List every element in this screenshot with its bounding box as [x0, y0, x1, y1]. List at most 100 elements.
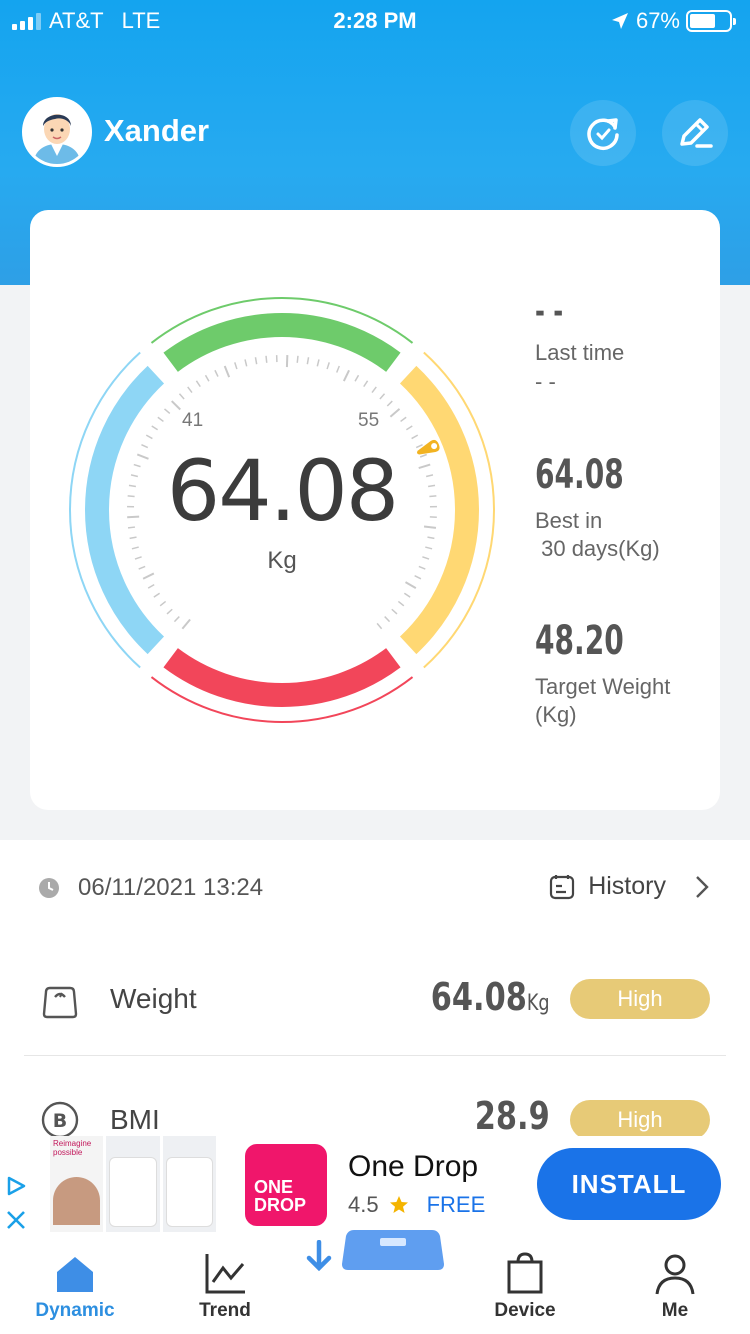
status-bar: AT&T LTE 2:28 PM 67%	[0, 0, 750, 40]
target-label: Target Weight (Kg)	[535, 674, 671, 727]
gauge-tick	[389, 408, 401, 418]
gauge-right-tick: 55	[358, 410, 380, 431]
gauge-tick	[166, 608, 173, 615]
edit-button[interactable]	[662, 100, 728, 166]
gauge-tick	[306, 357, 310, 365]
gauge-tick	[414, 574, 422, 580]
device-icon	[507, 1252, 543, 1294]
gauge-tick	[326, 362, 330, 370]
metric-number: 28.9	[474, 1094, 550, 1138]
pencil-icon	[680, 118, 713, 148]
tab-label: Me	[661, 1300, 689, 1321]
gauge-left-tick: 41	[182, 410, 204, 431]
gauge-tick	[181, 618, 191, 630]
ad-screenshot: Reimagine possible	[50, 1136, 104, 1232]
person-icon	[655, 1254, 695, 1295]
gauge-tick	[404, 581, 417, 590]
battery-icon	[686, 10, 736, 32]
gauge-tick	[397, 600, 405, 607]
gauge-tick	[214, 369, 219, 377]
metric-value: 28.9	[475, 1094, 550, 1138]
gauge-tick	[342, 369, 350, 382]
segment-green	[163, 313, 401, 372]
tab-me[interactable]: Me	[600, 1246, 750, 1322]
gauge-tick	[403, 592, 411, 598]
divider	[24, 1055, 726, 1056]
username[interactable]: Xander	[104, 113, 209, 149]
gauge-tick	[151, 425, 159, 431]
measurement-datetime: 06/11/2021 13:24	[78, 874, 264, 901]
weight-unit: Kg	[267, 547, 297, 574]
last-time-value: - -	[535, 292, 564, 332]
svg-text:B: B	[53, 1110, 67, 1132]
battery-percent: 67%	[635, 8, 680, 33]
arrow-down-icon	[307, 1239, 332, 1272]
gauge-tick	[147, 583, 155, 589]
status-badge: High	[570, 979, 710, 1019]
gauge-tick	[384, 616, 391, 623]
metric-row-weight[interactable]: Weight 64.08Kg High	[0, 955, 750, 1045]
scale-icon	[42, 986, 78, 1019]
tab-trend[interactable]: Trend	[150, 1246, 300, 1322]
measurement-time: 06/11/2021 13:24	[38, 874, 263, 902]
ad-screenshots: Reimagine possible	[50, 1136, 216, 1232]
last-time-label: Last time	[535, 340, 625, 365]
ad-rating: 4.5 FREE	[348, 1192, 486, 1217]
location-arrow-icon	[611, 13, 628, 29]
gauge-tick	[411, 434, 419, 440]
gauge-tick	[187, 386, 193, 393]
gauge-tick	[159, 600, 167, 607]
tab-dynamic[interactable]: Dynamic	[0, 1246, 150, 1322]
gauge-tick	[316, 359, 320, 367]
gauge-tick	[354, 374, 360, 382]
metric-unit: Kg	[527, 991, 550, 1016]
gauge-tick	[173, 616, 180, 623]
history-icon	[550, 874, 575, 899]
gauge-tick	[244, 359, 248, 367]
tab-label: Device	[494, 1300, 556, 1321]
avatar[interactable]	[22, 97, 92, 167]
gauge-tick	[336, 365, 340, 373]
metric-name: BMI	[110, 1104, 160, 1135]
tab-label: Trend	[199, 1300, 251, 1321]
metric-number: 64.08	[431, 975, 528, 1019]
gauge-tick	[265, 355, 268, 363]
chevron-right-icon	[696, 875, 709, 898]
gauge-tick	[204, 374, 210, 382]
best-value: 64.08	[535, 452, 624, 498]
star-icon	[389, 1196, 408, 1213]
tab-weigh[interactable]	[300, 1226, 450, 1280]
ad-banner[interactable]: Reimagine possible ONE DROP One Drop 4.5 …	[0, 1136, 750, 1232]
ad-screenshot	[162, 1136, 216, 1232]
segment-red	[163, 648, 401, 707]
sync-button[interactable]	[570, 100, 636, 166]
gauge-tick	[363, 380, 369, 388]
gauge-tick	[234, 362, 238, 370]
ad-screenshot	[106, 1136, 160, 1232]
gauge-tick	[296, 355, 299, 363]
gauge-tick	[145, 434, 153, 440]
tab-device[interactable]: Device	[450, 1246, 600, 1322]
metric-name: Weight	[110, 983, 197, 1014]
ad-app-logo: ONE DROP	[245, 1144, 327, 1226]
gauge-tick	[153, 592, 161, 598]
tab-label: Dynamic	[35, 1300, 115, 1321]
status-right: 67%	[610, 8, 736, 34]
tab-bar: Dynamic Trend Device Me	[0, 1230, 750, 1334]
ad-choices-icon[interactable]	[4, 1174, 28, 1234]
gauge-tick	[376, 622, 383, 630]
refresh-icon	[587, 118, 619, 150]
gauge-tick	[195, 380, 201, 388]
scale-tab-icon	[341, 1230, 444, 1270]
trend-icon	[205, 1254, 245, 1294]
best-label: Best in 30 days(Kg)	[535, 508, 660, 561]
gauge-tick	[157, 416, 164, 423]
gauge-tick	[254, 357, 258, 365]
gauge-tick	[391, 608, 398, 615]
install-button[interactable]: INSTALL	[537, 1148, 721, 1220]
weight-value: 64.08	[166, 442, 399, 540]
ad-title: One Drop	[348, 1150, 479, 1183]
gauge-tick	[371, 386, 377, 393]
history-link[interactable]: History	[548, 872, 712, 901]
bmi-icon: B	[41, 1101, 79, 1139]
